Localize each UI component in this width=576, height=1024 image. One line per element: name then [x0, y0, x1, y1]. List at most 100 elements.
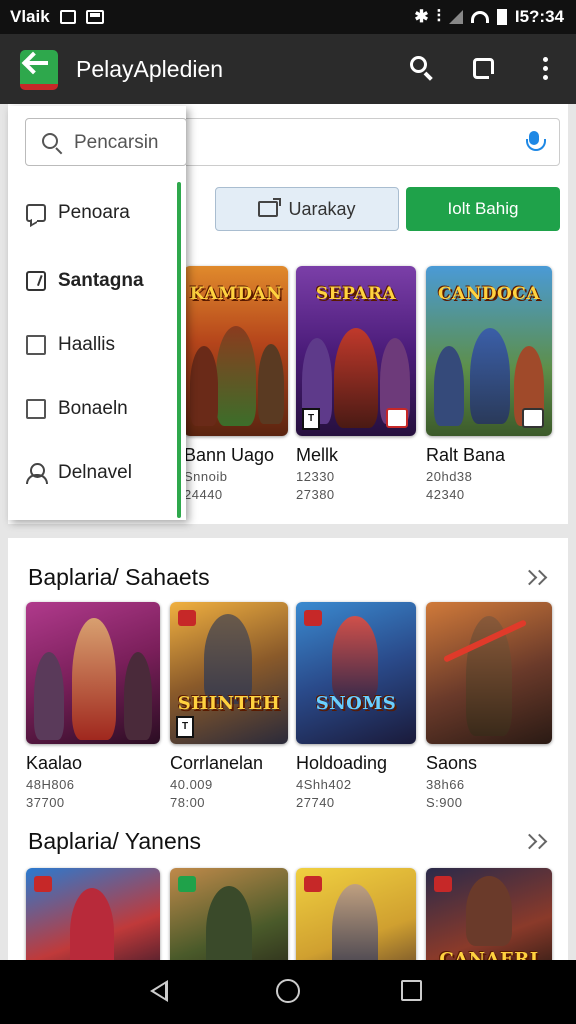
game-name: Saons [426, 753, 478, 773]
game-meta: 24440 [184, 487, 223, 502]
notification-icon [59, 10, 76, 24]
game-card[interactable] [26, 868, 160, 960]
hero-figure [258, 344, 284, 424]
game-thumbnail: SEPARA T [296, 266, 416, 436]
drawer-scrollbar[interactable] [177, 182, 181, 518]
home-nav-icon[interactable] [276, 979, 300, 1003]
hero-figure [204, 614, 252, 704]
hero-figure [206, 886, 252, 960]
featured-card[interactable]: KAMDAN Bann Uago Snnoib 24440 [184, 266, 288, 502]
navigation-drawer: Pencarsin Penoara Santagna Haallis Bonae… [8, 106, 187, 520]
game-thumbnail [426, 602, 552, 744]
badge-icon [522, 408, 544, 428]
game-thumbnail: SHINTEH T [170, 602, 288, 744]
mic-icon[interactable] [523, 131, 546, 155]
drawer-item-bonaeln[interactable]: Bonaeln [26, 394, 128, 424]
app-title: PelayApledien [76, 56, 224, 82]
age-rating-icon: T [176, 716, 194, 738]
chevron-right-icon[interactable] [520, 570, 550, 586]
wifi-icon [470, 11, 489, 23]
recents-nav-icon[interactable] [401, 980, 422, 1001]
thumbnail-title: SNOMS [315, 693, 397, 714]
game-thumbnail: CANAERI [426, 868, 552, 960]
primary-chip-button[interactable]: Iolt Bahig [406, 187, 560, 231]
cast-icon [473, 58, 497, 82]
drawer-search-input[interactable]: Pencarsin [25, 118, 187, 166]
clock: I5?:34 [514, 7, 564, 26]
status-bar: Vlaik ✱ ⫶ I5?:34 [0, 0, 576, 34]
game-name: Holdoading [296, 753, 388, 773]
game-card[interactable]: Saons 38h66 S:900 [426, 602, 552, 810]
game-meta: 12330 [296, 469, 335, 484]
search-button[interactable] [408, 54, 438, 84]
game-thumbnail [26, 868, 160, 960]
hero-figure [334, 328, 378, 428]
hero-figure [332, 884, 378, 960]
game-thumbnail: KAMDAN [184, 266, 288, 436]
signal-icon [448, 10, 463, 24]
drawer-item-label: Delnavel [58, 462, 132, 483]
cast-button[interactable] [470, 54, 500, 84]
system-nav-bar [0, 960, 576, 1024]
drawer-item-haallis[interactable]: Haallis [26, 330, 115, 360]
hero-figure [34, 652, 64, 740]
hero-figure [70, 888, 114, 960]
overflow-menu-button[interactable] [530, 54, 560, 84]
heart-badge-icon [386, 408, 408, 428]
back-nav-icon[interactable] [150, 980, 168, 1002]
tag-icon [304, 876, 322, 892]
tag-icon [34, 876, 52, 892]
game-meta: 27740 [296, 795, 335, 810]
game-meta: 4Shh402 [296, 777, 352, 792]
battery-icon [496, 9, 507, 25]
game-card[interactable]: SHINTEH T Corrlanelan 40.009 78:00 [170, 602, 288, 810]
game-meta: 78:00 [170, 795, 206, 810]
drawer-item-label: Haallis [58, 334, 116, 355]
search-icon [410, 56, 427, 73]
featured-card[interactable]: SEPARA T Mellk 12330 27380 [296, 266, 416, 502]
drawer-item-label: Santagna [58, 270, 144, 291]
search-icon-handle [423, 71, 433, 81]
game-meta: 20hd38 [426, 469, 473, 484]
hero-figure [466, 876, 512, 946]
game-meta: 48H806 [26, 777, 75, 792]
game-card[interactable] [170, 868, 288, 960]
search-input[interactable] [178, 118, 560, 166]
drawer-item-penoara[interactable]: Penoara [26, 198, 130, 228]
drawer-item-label: Bonaeln [58, 398, 128, 419]
game-name: Bann Uago [184, 445, 275, 465]
thumbnail-title: CANAERI [439, 949, 539, 960]
chat-icon [26, 204, 46, 222]
game-card[interactable]: Kaalao 48H806 37700 [26, 602, 160, 810]
search-icon [42, 133, 58, 149]
game-name: Corrlanelan [170, 753, 264, 773]
thumbnail-title: SHINTEH [177, 693, 281, 714]
hero-figure [470, 328, 510, 424]
game-meta: 42340 [426, 487, 465, 502]
drawer-item-delnavel[interactable]: Delnavel [26, 458, 132, 488]
game-thumbnail: SNOMS [296, 602, 416, 744]
thumbnail-title: SEPARA [315, 284, 397, 304]
drawer-search-placeholder: Pencarsin [74, 132, 159, 153]
tag-icon [434, 876, 452, 892]
carrier-label: Vlaik [10, 7, 50, 26]
drawer-item-label: Penoara [58, 202, 130, 223]
drawer-item-santagna[interactable]: Santagna [26, 266, 144, 296]
game-card[interactable] [296, 868, 416, 960]
game-name: Kaalao [26, 753, 83, 773]
chevron-right-icon[interactable] [520, 834, 550, 850]
game-card[interactable]: SNOMS Holdoading 4Shh402 27740 [296, 602, 416, 810]
section-title: Baplaria/ Sahaets [28, 564, 210, 590]
mail-icon [85, 10, 104, 24]
game-card[interactable]: CANAERI [426, 868, 552, 960]
section-2: Baplaria/ Yanens CANAERI [8, 810, 568, 960]
secondary-chip-button[interactable]: Uarakay [215, 187, 399, 231]
featured-card[interactable]: CANDOCA Ralt Bana 20hd38 42340 [426, 266, 552, 502]
game-name: Mellk [296, 445, 339, 465]
checkbox-icon [26, 335, 46, 355]
game-meta: 40.009 [170, 777, 213, 792]
secondary-chip-label: Uarakay [288, 198, 356, 219]
back-logo-icon[interactable] [20, 50, 58, 90]
tag-icon [178, 610, 196, 626]
game-meta: 27380 [296, 487, 335, 502]
